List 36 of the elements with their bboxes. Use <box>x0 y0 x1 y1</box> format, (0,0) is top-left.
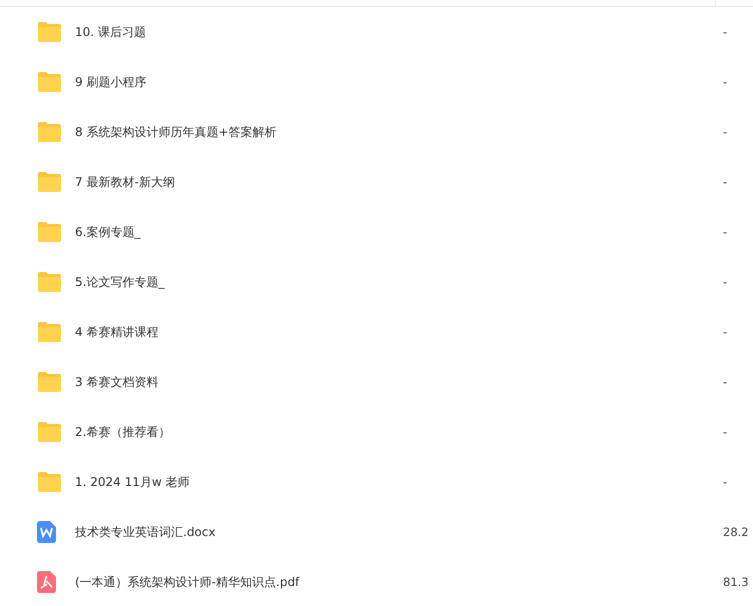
file-name[interactable]: 7 最新教材-新大纲 <box>75 174 723 190</box>
file-size: - <box>723 75 728 89</box>
folder-icon <box>37 171 62 193</box>
word-document-icon <box>37 521 56 543</box>
file-name[interactable]: 10. 课后习题 <box>75 24 723 40</box>
file-name[interactable]: (一本通）系统架构设计师-精华知识点.pdf <box>75 574 723 590</box>
file-name[interactable]: 5.论文写作专题_ <box>75 274 723 290</box>
file-size: - <box>723 475 728 489</box>
folder-icon <box>37 421 62 443</box>
file-name[interactable]: 9 刷题小程序 <box>75 74 723 90</box>
folder-icon <box>37 121 62 143</box>
folder-icon <box>37 21 62 43</box>
file-size: - <box>723 125 728 139</box>
folder-icon <box>37 221 62 243</box>
file-size: - <box>723 275 728 289</box>
file-size: - <box>723 325 728 339</box>
file-size: - <box>723 25 728 39</box>
pdf-document-icon <box>37 571 56 593</box>
folder-icon <box>37 471 62 493</box>
file-name[interactable]: 4 希赛精讲课程 <box>75 324 723 340</box>
folder-icon <box>37 371 62 393</box>
folder-icon <box>37 271 62 293</box>
folder-icon <box>37 321 62 343</box>
file-size: - <box>723 375 728 389</box>
file-size: 28.2 <box>723 525 750 539</box>
file-size: - <box>723 175 728 189</box>
file-name[interactable]: 6.案例专题_ <box>75 224 723 240</box>
file-size: - <box>723 425 728 439</box>
file-name[interactable]: 技术类专业英语词汇.docx <box>75 524 723 540</box>
file-name[interactable]: 2.希赛（推荐看） <box>75 424 723 440</box>
file-name[interactable]: 8 系统架构设计师历年真题+答案解析 <box>75 124 723 140</box>
file-name[interactable]: 3 希赛文档资料 <box>75 374 723 390</box>
file-size: 81.3 <box>723 575 750 589</box>
file-size: - <box>723 225 728 239</box>
file-name[interactable]: 1. 2024 11月w 老师 <box>75 474 723 490</box>
folder-icon <box>37 71 62 93</box>
